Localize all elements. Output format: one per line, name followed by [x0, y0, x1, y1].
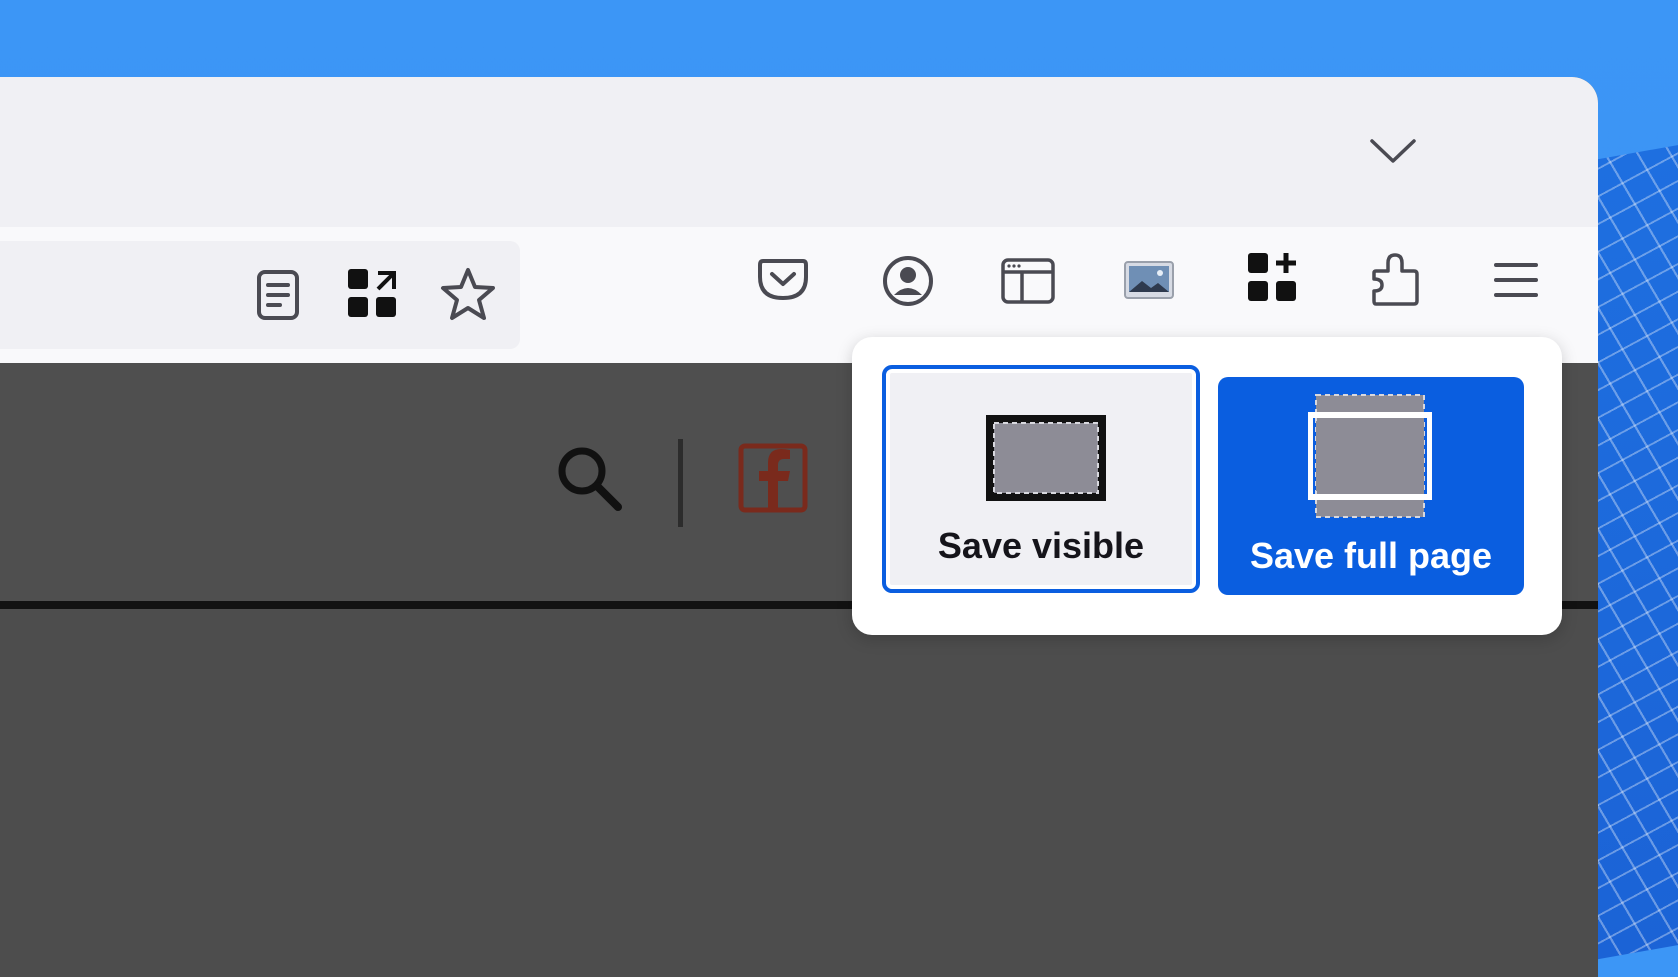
hamburger-menu-icon[interactable] [1494, 261, 1538, 299]
header-divider [678, 439, 683, 527]
save-visible-label: Save visible [937, 525, 1145, 566]
save-full-page-label: Save full page [1249, 535, 1493, 576]
url-bar[interactable] [0, 241, 520, 349]
sidebar-icon[interactable] [1000, 257, 1056, 305]
visible-area-icon [986, 415, 1106, 501]
add-ons-grid-icon[interactable] [1248, 253, 1300, 305]
reader-view-icon[interactable] [256, 269, 300, 321]
facebook-icon[interactable] [738, 443, 808, 513]
pocket-icon[interactable] [758, 257, 808, 301]
screenshot-extension-icon[interactable] [1124, 261, 1174, 301]
save-visible-button[interactable]: Save visible [882, 365, 1200, 593]
full-page-icon [1308, 394, 1432, 518]
save-full-page-button[interactable]: Save full page [1218, 377, 1524, 595]
chevron-down-icon[interactable] [1368, 133, 1418, 167]
account-icon[interactable] [882, 255, 934, 307]
search-icon[interactable] [554, 443, 624, 513]
screenshot-panel: Save visible Save full page [852, 337, 1562, 635]
share-grid-icon[interactable] [348, 269, 398, 319]
extensions-puzzle-icon[interactable] [1372, 251, 1420, 307]
desktop-wallpaper [1590, 139, 1678, 961]
tab-bar [0, 77, 1598, 227]
bookmark-star-icon[interactable] [440, 267, 496, 321]
